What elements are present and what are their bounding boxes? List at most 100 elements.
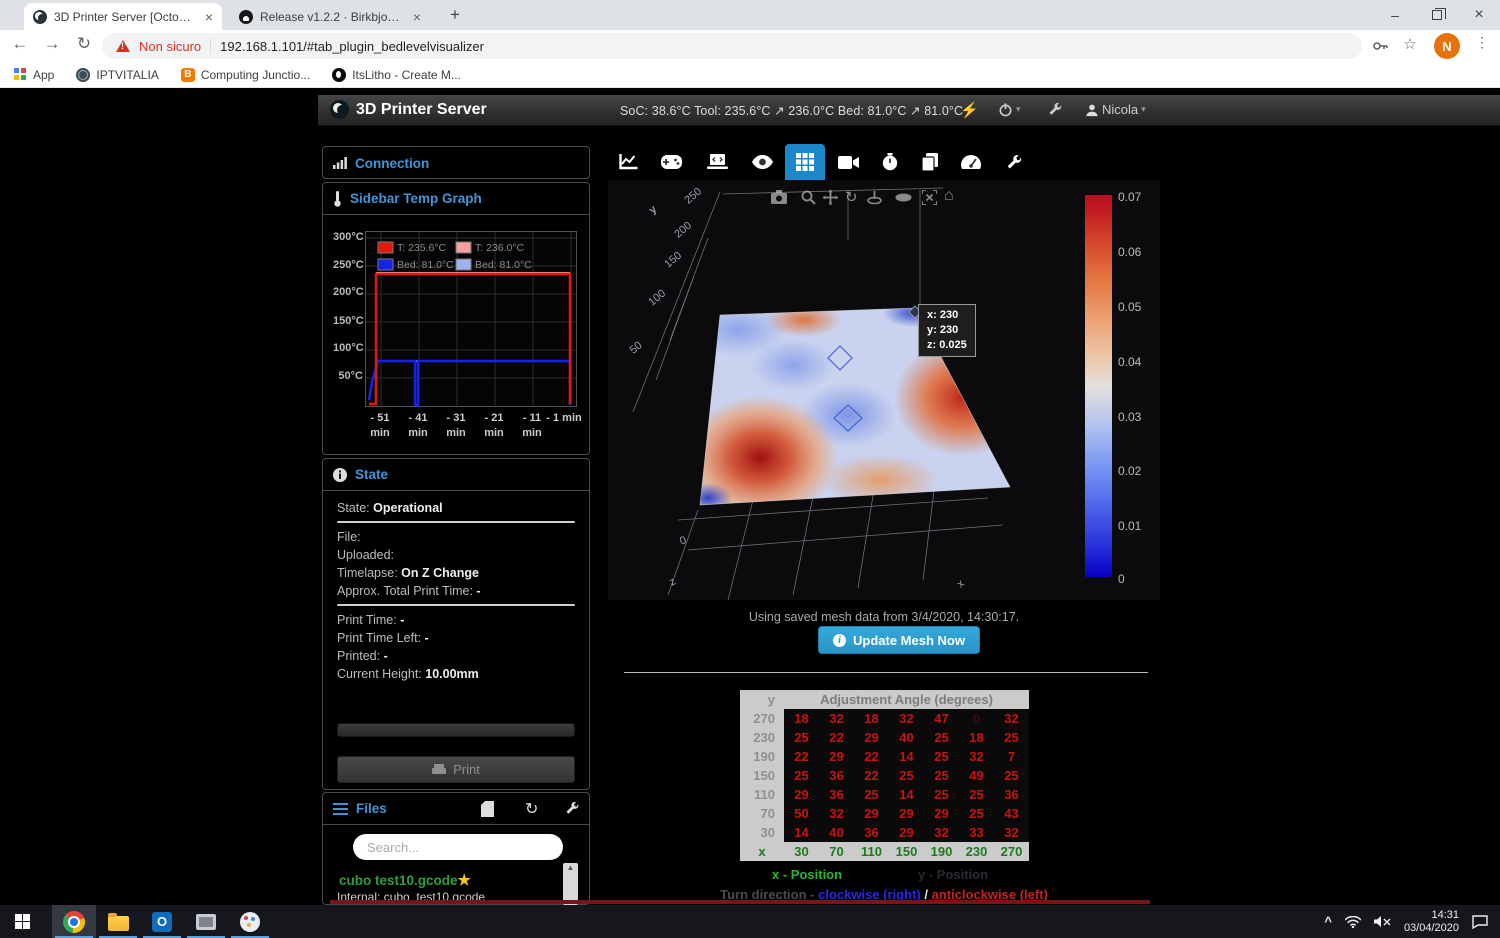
file-row: File:	[337, 530, 361, 544]
table-cell: 25	[784, 728, 819, 747]
browser-tab-github[interactable]: Release v1.2.2 · Birkbjo/OctoPrin ×	[230, 3, 430, 30]
temp-graph-canvas: T: 235.6°C T: 236.0°C Bed: 81.0°C Bed: 8…	[366, 232, 578, 408]
video-camera-icon	[837, 155, 859, 169]
files-settings-wrench-icon[interactable]	[565, 801, 580, 816]
tab-temperature[interactable]	[608, 144, 648, 180]
settings-wrench-button[interactable]	[1048, 102, 1063, 117]
tab-webcam[interactable]	[828, 144, 868, 180]
colorbar-tick: 0.07	[1118, 190, 1142, 204]
table-cell: 190	[740, 747, 784, 766]
table-cell: 25	[924, 766, 959, 785]
table-cell: 25	[784, 766, 819, 785]
sd-card-icon[interactable]	[481, 801, 494, 817]
x-position-caption: x - Position	[772, 867, 843, 882]
start-button[interactable]	[0, 905, 44, 938]
restore-window-button[interactable]	[1416, 0, 1458, 30]
tab-plugin-pages[interactable]	[910, 144, 950, 180]
uploaded-row: Uploaded:	[337, 548, 394, 562]
bookmark-computing-junction[interactable]: B Computing Junctio...	[180, 67, 310, 82]
taskbar-paint[interactable]	[228, 905, 272, 938]
browser-url-bar: ← → ↻ Non sicuro 192.168.1.101/#tab_plug…	[0, 30, 1500, 62]
tab-control[interactable]	[651, 144, 691, 180]
update-mesh-button[interactable]: i Update Mesh Now	[818, 626, 980, 654]
forward-icon[interactable]: →	[40, 34, 64, 54]
taskbar-app-window[interactable]	[184, 905, 228, 938]
tab-gcode-viewer[interactable]	[742, 144, 782, 180]
close-window-button[interactable]: ×	[1458, 0, 1500, 30]
octoprint-logo-icon	[330, 100, 349, 119]
print-button[interactable]: Print	[337, 756, 575, 783]
state-panel-header[interactable]: State	[323, 459, 589, 491]
volume-muted-icon[interactable]	[1373, 915, 1391, 928]
bookmark-iptvitalia[interactable]: IPTVITALIA	[76, 67, 159, 82]
octoprint-favicon	[33, 9, 47, 24]
not-secure-warning-icon[interactable]	[116, 40, 130, 52]
tab-dashboard[interactable]	[951, 144, 991, 180]
tab-terminal[interactable]	[697, 144, 737, 180]
favorite-star-icon[interactable]: ★	[458, 872, 471, 889]
tab-bed-level-visualizer[interactable]	[785, 144, 825, 180]
close-tab-icon[interactable]: ×	[205, 9, 213, 25]
svg-text:Bed: 81.0°C: Bed: 81.0°C	[397, 259, 454, 271]
temp-graph-panel-header[interactable]: Sidebar Temp Graph	[323, 183, 589, 215]
reload-icon[interactable]: ↻	[72, 34, 96, 54]
table-cell: 25	[994, 766, 1029, 785]
colorbar-tick: 0.01	[1118, 519, 1142, 533]
temp-x-tick: - 1 min	[546, 412, 582, 424]
chrome-icon	[63, 910, 85, 933]
table-cell: 14	[784, 823, 819, 842]
tray-expand-chevron-icon[interactable]: ^	[1324, 914, 1332, 929]
back-icon[interactable]: ←	[8, 34, 32, 54]
copy-icon	[922, 153, 938, 171]
not-secure-label[interactable]: Non sicuro	[139, 39, 201, 54]
files-panel-header[interactable]: Files	[323, 793, 589, 825]
minimize-window-button[interactable]: –	[1374, 0, 1416, 30]
divider	[210, 38, 212, 54]
connection-panel-header[interactable]: Connection	[323, 147, 589, 179]
bookmark-itslitho[interactable]: ItsLitho - Create M...	[332, 67, 461, 82]
grid-icon	[796, 153, 814, 171]
temperature-status: SoC: 38.6°C Tool: 235.6°C ↗ 236.0°C Bed:…	[620, 104, 964, 118]
octoprint-logo[interactable]: 3D Printer Server	[330, 100, 487, 119]
colorbar-tick: 0.03	[1118, 410, 1142, 424]
tab-custom-settings[interactable]	[994, 144, 1034, 180]
eye-icon	[751, 155, 773, 169]
refresh-icon[interactable]: ↻	[525, 799, 538, 819]
bed-mesh-3d-plot[interactable]: ↻ ⌂ 250 200 150 100 50 y 0 z x x: 230 y:…	[608, 180, 1160, 600]
password-key-icon[interactable]	[1372, 38, 1388, 54]
table-cell: 230	[959, 842, 994, 861]
temp-graph-plot[interactable]: T: 235.6°C T: 236.0°C Bed: 81.0°C Bed: 8…	[365, 231, 578, 408]
taskbar-outlook[interactable]: O	[140, 905, 184, 938]
wifi-icon[interactable]	[1344, 915, 1361, 928]
url-text[interactable]: 192.168.1.101/#tab_plugin_bedlevelvisual…	[220, 39, 484, 54]
mesh-surface[interactable]	[682, 299, 1030, 520]
system-power-menu[interactable]: ▾	[998, 102, 1021, 117]
tab-timelapse[interactable]	[870, 144, 910, 180]
table-cell: 29	[924, 804, 959, 823]
table-cell: 29	[889, 823, 924, 842]
notification-center-icon[interactable]	[1472, 914, 1488, 929]
browser-tab-octoprint[interactable]: 3D Printer Server [OctoPrint] ×	[24, 3, 222, 30]
address-field[interactable]: Non sicuro 192.168.1.101/#tab_plugin_bed…	[102, 33, 1362, 59]
profile-avatar[interactable]: N	[1434, 33, 1460, 59]
browser-menu-icon[interactable]: ⋮	[1470, 34, 1494, 51]
files-panel: Files ↻ cubo test10.gcode★ Internal: cub…	[322, 792, 590, 905]
bookmark-star-icon[interactable]: ☆	[1398, 35, 1422, 53]
taskbar-chrome[interactable]	[52, 905, 96, 938]
table-cell: 230	[740, 728, 784, 747]
clipped-element-edge	[330, 900, 1150, 904]
file-list-item[interactable]: cubo test10.gcode★	[339, 871, 471, 889]
table-cell: 32	[994, 709, 1029, 728]
close-tab-icon[interactable]: ×	[413, 9, 421, 25]
taskbar-explorer[interactable]	[96, 905, 140, 938]
file-search-input[interactable]	[353, 834, 563, 860]
table-cell: 36	[819, 785, 854, 804]
mesh-data-caption: Using saved mesh data from 3/4/2020, 14:…	[748, 610, 1020, 624]
new-tab-button[interactable]: +	[440, 0, 470, 30]
bookmark-apps[interactable]: App	[14, 68, 54, 82]
user-menu[interactable]: Nicola ▾	[1085, 102, 1146, 117]
taskbar-clock[interactable]: 14:31 03/04/2020	[1404, 909, 1459, 935]
table-cell: 29	[784, 785, 819, 804]
windows-taskbar: O	[0, 905, 1500, 938]
files-scrollbar[interactable]: ▲	[563, 863, 578, 905]
